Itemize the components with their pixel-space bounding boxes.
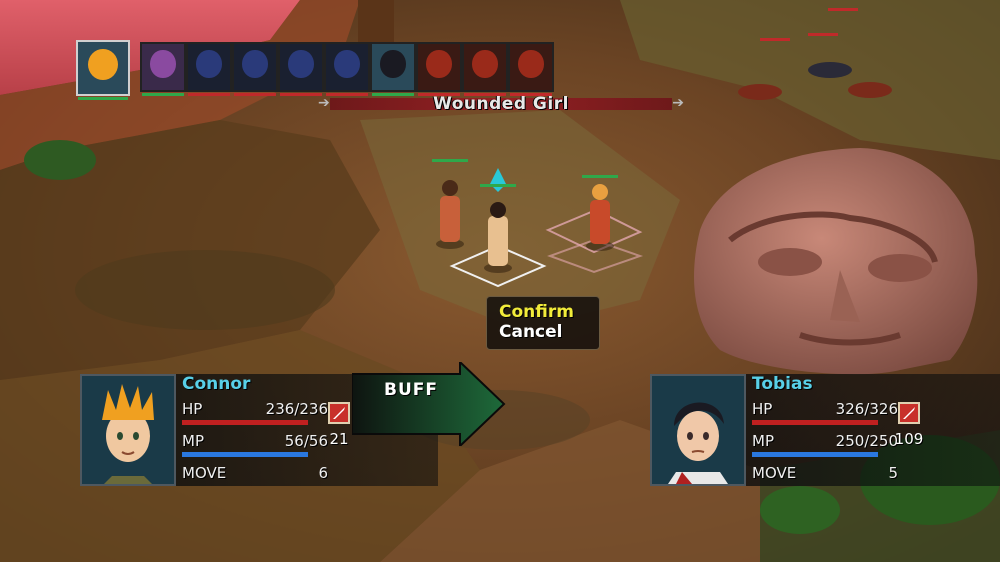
portrait-head: [242, 50, 268, 79]
portrait-head: [88, 49, 118, 81]
actor-move-row: MOVE 6: [182, 464, 328, 482]
portrait-head: [334, 50, 360, 79]
cancel-option[interactable]: Cancel: [487, 322, 599, 342]
turn-order-bar: [76, 40, 716, 102]
dark-hair-boy-portrait-icon: [652, 376, 744, 484]
target-hp-row: HP 326/326: [752, 400, 898, 418]
confirm-option[interactable]: Confirm: [487, 302, 599, 322]
right-arrow-icon: [351, 359, 506, 449]
gauge-fill: [752, 452, 878, 457]
gauge-fill: [182, 420, 308, 425]
target-mp-label: MP: [752, 432, 774, 450]
target-stats: Tobias HP 326/326 MP 250/250 MOVE 5 109: [746, 374, 1000, 486]
purple-hair-girl-portrait-icon: [140, 42, 186, 96]
actor-name: Connor: [182, 374, 251, 394]
spiky-blond-hair-boy-portrait-icon: [82, 376, 174, 484]
target-name-label: Wounded Girl: [433, 94, 569, 114]
gauge-fill: [752, 420, 878, 425]
actor-mp-row: MP 56/56: [182, 432, 328, 450]
actor-weapon-value: 21: [329, 430, 349, 448]
actor-mp-gauge: [182, 452, 308, 457]
target-name: Tobias: [752, 374, 813, 394]
target-hp-value: 326/326: [835, 400, 898, 418]
target-hp-gauge: [752, 420, 878, 425]
dark-hair-boy-portrait-icon: [370, 42, 416, 96]
actor-move-label: MOVE: [182, 464, 227, 482]
actor-hp-gauge: [182, 420, 308, 425]
target-move-value: 5: [888, 464, 898, 482]
actor-hp-label: HP: [182, 400, 203, 418]
target-hp-label: HP: [752, 400, 773, 418]
portrait-head: [196, 50, 222, 79]
gauge-fill: [182, 452, 308, 457]
sword-icon: [328, 402, 350, 424]
turn-hp-line: [188, 93, 230, 96]
target-move-label: MOVE: [752, 464, 797, 482]
actor-hp-value: 236/236: [265, 400, 328, 418]
dark-blue-wolf-portrait-icon: [278, 42, 324, 96]
portrait-head: [472, 50, 498, 79]
buff-action-arrow: BUFF: [351, 359, 506, 449]
sword-icon: [898, 402, 920, 424]
target-mp-gauge: [752, 452, 878, 457]
red-beast-portrait-icon: [462, 42, 508, 96]
turn-hp-line: [234, 93, 276, 96]
confirm-menu: Confirm Cancel: [486, 296, 600, 350]
actor-portrait: [80, 374, 176, 486]
spiky-blond-hair-boy-portrait-icon: [76, 40, 130, 100]
turn-hp-line: [78, 97, 128, 100]
actor-hp-row: HP 236/236: [182, 400, 328, 418]
dark-blue-wolf-portrait-icon: [232, 42, 278, 96]
dark-blue-wolf-portrait-icon: [186, 42, 232, 96]
arrow-right-icon[interactable]: ➔: [672, 95, 684, 111]
target-move-row: MOVE 5: [752, 464, 898, 482]
portrait-head: [288, 50, 314, 79]
actor-move-value: 6: [318, 464, 328, 482]
target-mp-row: MP 250/250: [752, 432, 898, 450]
target-weapon-value: 109: [894, 430, 924, 448]
portrait-head: [380, 50, 406, 79]
target-portrait: [650, 374, 746, 486]
portrait-head: [518, 50, 544, 79]
portrait-head: [426, 50, 452, 79]
turn-hp-line: [142, 93, 184, 96]
red-beast-portrait-icon: [416, 42, 462, 96]
target-mp-value: 250/250: [835, 432, 898, 450]
buff-label: BUFF: [384, 380, 438, 400]
target-name-banner: ➔ Wounded Girl ➔: [316, 94, 686, 114]
red-beast-portrait-icon: [508, 42, 554, 96]
portrait-head: [150, 50, 176, 79]
dark-blue-wolf-portrait-icon: [324, 42, 370, 96]
actor-mp-label: MP: [182, 432, 204, 450]
